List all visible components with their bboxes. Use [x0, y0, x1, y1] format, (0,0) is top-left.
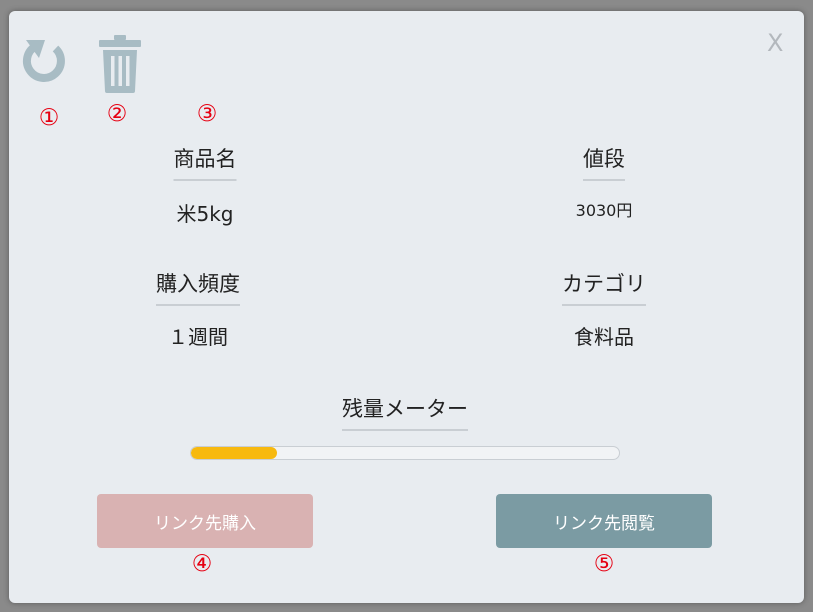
annotation-5: ⑤ [593, 551, 615, 577]
annotation-2: ② [106, 101, 128, 127]
remaining-meter-label: 残量メーター [342, 393, 468, 431]
link-view-button[interactable]: リンク先閲覧 [496, 494, 712, 548]
category-value: 食料品 [574, 325, 634, 349]
remaining-meter [190, 446, 620, 460]
price-value: 3030円 [575, 201, 633, 220]
category-label: カテゴリ [562, 268, 646, 306]
remaining-meter-fill [191, 447, 277, 459]
annotation-4: ④ [191, 551, 213, 577]
annotation-1: ① [38, 105, 60, 131]
product-name-value: 米5kg [176, 202, 234, 226]
product-name-label: 商品名 [173, 143, 237, 181]
purchase-frequency-value: １週間 [168, 325, 228, 349]
product-dialog: X ① ② ③ ④ ⑤ 商品名 米5kg 値段 3030円 購入頻度 １週間 カ… [9, 11, 804, 603]
trash-icon[interactable] [95, 35, 145, 93]
purchase-frequency-label: 購入頻度 [156, 268, 240, 306]
annotation-3: ③ [196, 101, 218, 127]
close-button[interactable]: X [767, 31, 783, 55]
refresh-icon[interactable] [19, 36, 69, 86]
price-label: 値段 [583, 143, 625, 181]
link-purchase-button[interactable]: リンク先購入 [97, 494, 313, 548]
